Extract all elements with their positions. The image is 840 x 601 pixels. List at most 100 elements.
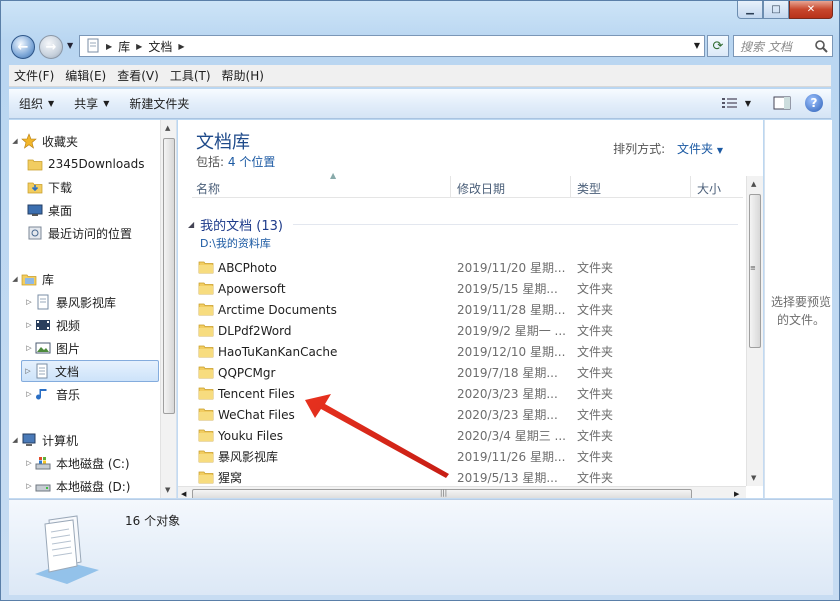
- back-button[interactable]: ←: [11, 35, 35, 59]
- file-name[interactable]: DLPdf2Word: [218, 324, 291, 338]
- scroll-down-icon[interactable]: ▼: [751, 474, 756, 482]
- menu-help[interactable]: 帮助(H): [217, 67, 269, 84]
- tree-item-music[interactable]: ▷ 音乐: [23, 383, 173, 405]
- preview-pane-icon[interactable]: [773, 96, 791, 110]
- file-name[interactable]: WeChat Files: [218, 408, 295, 422]
- file-row[interactable]: HaoTuKanKanCache 2019/12/10 星期... 文件夹: [196, 341, 741, 362]
- expand-icon[interactable]: ▷: [23, 459, 35, 467]
- column-divider[interactable]: [690, 176, 691, 198]
- tree-item-2345downloads[interactable]: 2345Downloads: [27, 153, 176, 175]
- file-name[interactable]: Tencent Files: [218, 387, 295, 401]
- maximize-button[interactable]: □: [763, 1, 789, 19]
- tree-item-pictures[interactable]: ▷ 图片: [23, 337, 173, 359]
- breadcrumb-libraries[interactable]: 库: [118, 38, 130, 55]
- horizontal-scrollbar[interactable]: ◀ ||| ▶: [178, 486, 746, 498]
- column-divider[interactable]: [450, 176, 451, 198]
- file-row[interactable]: DLPdf2Word 2019/9/2 星期一 ... 文件夹: [196, 320, 741, 341]
- file-row[interactable]: ABCPhoto 2019/11/20 星期... 文件夹: [196, 257, 741, 278]
- tree-libraries[interactable]: ◢ 库: [9, 268, 159, 290]
- menu-view[interactable]: 查看(V): [112, 67, 164, 84]
- file-name[interactable]: Youku Files: [218, 429, 283, 443]
- expand-icon[interactable]: ▷: [23, 321, 35, 329]
- tree-item-drive-d[interactable]: ▷ 本地磁盘 (D:): [23, 475, 173, 497]
- expand-icon[interactable]: ▷: [23, 482, 35, 490]
- file-row[interactable]: WeChat Files 2020/3/23 星期... 文件夹: [196, 404, 741, 425]
- file-name[interactable]: HaoTuKanKanCache: [218, 345, 337, 359]
- recent-pages-dropdown[interactable]: ▼: [67, 41, 73, 50]
- column-divider[interactable]: [570, 176, 571, 198]
- file-row[interactable]: QQPCMgr 2019/7/18 星期... 文件夹: [196, 362, 741, 383]
- arrange-by-dropdown[interactable]: 文件夹 ▼: [677, 142, 723, 156]
- file-row[interactable]: Tencent Files 2020/3/23 星期... 文件夹: [196, 383, 741, 404]
- file-name[interactable]: 暴风影视库: [218, 448, 278, 465]
- menu-edit[interactable]: 编辑(E): [60, 67, 111, 84]
- tree-item-videos[interactable]: ▷ 视频: [23, 314, 173, 336]
- menu-tools[interactable]: 工具(T): [165, 67, 216, 84]
- includes-locations-link[interactable]: 4 个位置: [228, 155, 275, 169]
- collapse-icon[interactable]: ◢: [188, 220, 194, 229]
- close-button[interactable]: ✕: [789, 1, 833, 19]
- expand-icon[interactable]: ▷: [23, 344, 35, 352]
- tree-item-baofeng-library[interactable]: ▷ 暴风影视库: [23, 291, 173, 313]
- scroll-up-icon[interactable]: ▲: [165, 124, 170, 132]
- minimize-button[interactable]: ▁: [737, 1, 763, 19]
- file-name[interactable]: Apowersoft: [218, 282, 286, 296]
- file-name[interactable]: QQPCMgr: [218, 366, 275, 380]
- tree-item-documents[interactable]: ▷ 文档: [21, 360, 159, 382]
- collapse-icon[interactable]: ◢: [9, 436, 21, 444]
- maximize-icon: □: [771, 4, 781, 15]
- file-name[interactable]: 猩窝: [218, 469, 242, 486]
- breadcrumb-documents[interactable]: 文档: [148, 38, 172, 55]
- collapse-icon[interactable]: ◢: [9, 275, 21, 283]
- address-bar[interactable]: ▶ 库 ▶ 文档 ▶ ▼: [79, 35, 705, 57]
- tree-computer[interactable]: ◢ 计算机: [9, 429, 159, 451]
- breadcrumb-separator[interactable]: ▶: [106, 42, 112, 51]
- search-icon[interactable]: [814, 39, 828, 53]
- file-name[interactable]: ABCPhoto: [218, 261, 277, 275]
- file-row[interactable]: Arctime Documents 2019/11/28 星期... 文件夹: [196, 299, 741, 320]
- file-name[interactable]: Arctime Documents: [218, 303, 337, 317]
- tree-item-downloads[interactable]: 下载: [27, 176, 176, 198]
- organize-button[interactable]: 组织 ▼: [9, 95, 64, 112]
- group-header[interactable]: ◢ 我的文档 (13): [188, 215, 738, 234]
- help-icon[interactable]: ?: [805, 94, 823, 112]
- share-button[interactable]: 共享 ▼: [64, 95, 119, 112]
- change-view-icon[interactable]: [721, 96, 739, 110]
- tree-item-recent-places[interactable]: 最近访问的位置: [27, 222, 176, 244]
- collapse-icon[interactable]: ◢: [9, 137, 21, 145]
- tree-label: 暴风影视库: [56, 295, 117, 310]
- scroll-up-icon[interactable]: ▲: [751, 180, 756, 188]
- new-folder-button[interactable]: 新建文件夹: [119, 95, 199, 112]
- column-date-modified[interactable]: 修改日期: [457, 180, 505, 197]
- expand-icon[interactable]: ▷: [22, 367, 34, 375]
- view-dropdown-icon[interactable]: ▼: [745, 99, 751, 108]
- file-row[interactable]: Youku Files 2020/3/4 星期三 ... 文件夹: [196, 425, 741, 446]
- scroll-right-icon[interactable]: ▶: [734, 490, 739, 498]
- expand-icon[interactable]: ▷: [23, 390, 35, 398]
- scroll-left-icon[interactable]: ◀: [181, 490, 186, 498]
- nav-scroll-thumb[interactable]: [163, 138, 175, 414]
- breadcrumb-separator[interactable]: ▶: [178, 42, 184, 51]
- group-path-link[interactable]: D:\我的资料库: [200, 235, 271, 251]
- refresh-button[interactable]: ⟳: [707, 35, 729, 57]
- column-name[interactable]: 名称: [196, 180, 220, 197]
- column-size[interactable]: 大小: [697, 180, 721, 197]
- explorer-window: ▁ □ ✕ ← → ▼ ▶ 库 ▶ 文档 ▶ ▼ ⟳ 搜索 文档 文件(F) 编…: [0, 0, 840, 601]
- content-scrollbar[interactable]: ▲ ≡ ▼: [746, 176, 763, 486]
- address-dropdown[interactable]: ▼: [694, 41, 700, 50]
- search-input[interactable]: 搜索 文档: [733, 35, 833, 57]
- tree-item-drive-c[interactable]: ▷ 本地磁盘 (C:): [23, 452, 173, 474]
- file-row[interactable]: 猩窝 2019/5/13 星期... 文件夹: [196, 467, 741, 488]
- file-row[interactable]: Apowersoft 2019/5/15 星期... 文件夹: [196, 278, 741, 299]
- forward-button[interactable]: →: [39, 35, 63, 59]
- tree-favorites[interactable]: ◢ 收藏夹: [9, 130, 159, 152]
- scroll-down-icon[interactable]: ▼: [165, 486, 170, 494]
- tree-item-desktop[interactable]: 桌面: [27, 199, 176, 221]
- column-type[interactable]: 类型: [577, 180, 601, 197]
- expand-icon[interactable]: ▷: [23, 298, 35, 306]
- breadcrumb-separator[interactable]: ▶: [136, 42, 142, 51]
- nav-scrollbar[interactable]: ▲ ▼: [160, 120, 176, 498]
- file-row[interactable]: 暴风影视库 2019/11/26 星期... 文件夹: [196, 446, 741, 467]
- menu-file[interactable]: 文件(F): [9, 67, 59, 84]
- folder-icon: [198, 366, 214, 379]
